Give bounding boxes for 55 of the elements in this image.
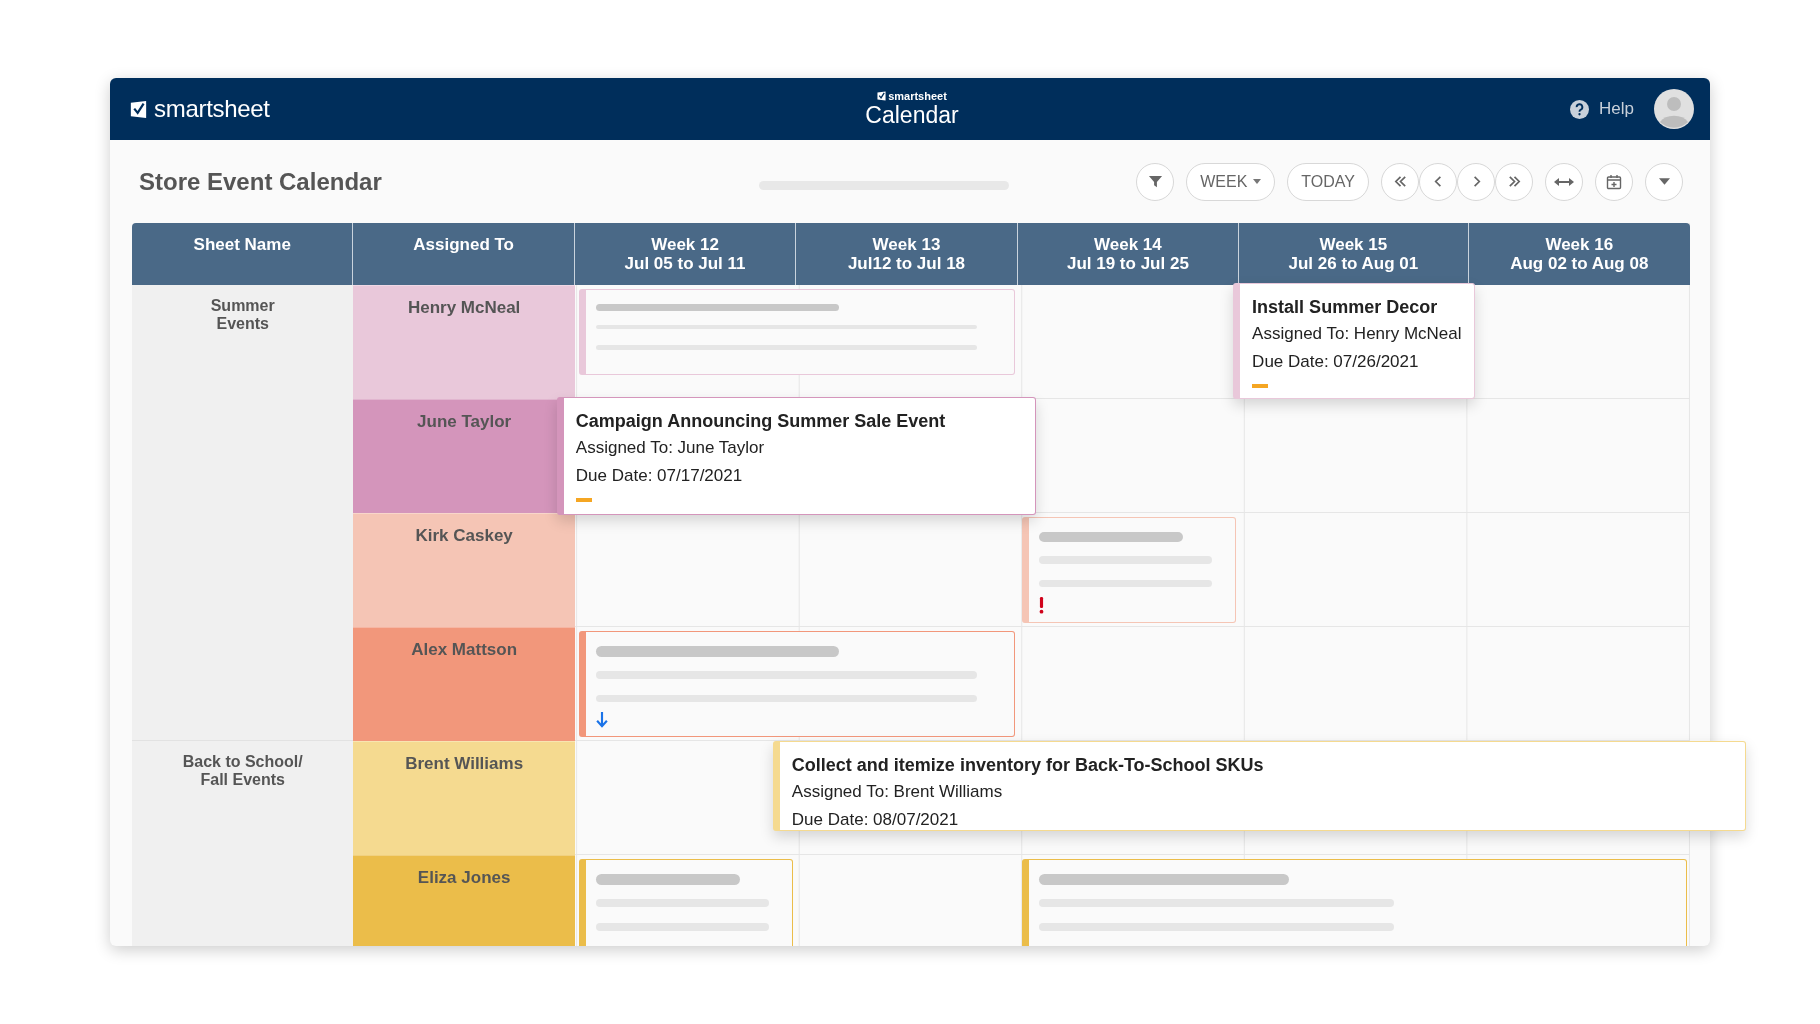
assignee-cell: Brent Williams — [353, 741, 575, 855]
assignee-cell: Henry McNeal — [353, 285, 575, 399]
fit-width-button[interactable] — [1545, 162, 1583, 201]
event-due-date: Due Date: 08/07/2021 — [791, 809, 960, 831]
placeholder-event-card[interactable] — [578, 289, 1015, 375]
view-dropdown[interactable]: WEEK — [1186, 162, 1276, 201]
assignee-cell: Kirk Caskey — [353, 513, 575, 627]
page-title: Store Event Calendar — [139, 167, 383, 196]
assignee-cell: Alex Mattson — [353, 627, 575, 741]
event-card[interactable]: Collect and itemize inventory for Back-To-School SKUs Assigned To: Brent Williams Due Date: 08/07/2021 — [772, 741, 1746, 831]
week-header: Week 16 Aug 02 to Aug 08 — [1468, 223, 1690, 285]
double-arrow-icon — [1554, 176, 1574, 187]
logo-icon — [130, 99, 147, 119]
week-header: Week 14 Jul 19 to Jul 25 — [1017, 223, 1240, 285]
placeholder-event-card[interactable] — [1021, 517, 1237, 623]
more-button[interactable] — [1645, 162, 1683, 201]
first-button[interactable] — [1381, 162, 1419, 201]
logo-icon — [877, 90, 887, 101]
help-link[interactable]: Help — [1599, 99, 1634, 119]
event-due-date: Due Date: 07/26/2021 — [1252, 351, 1420, 373]
week-header: Week 12 Jul 05 to Jul 11 — [574, 223, 797, 285]
placeholder-event-card[interactable] — [578, 859, 794, 946]
filter-icon — [1147, 174, 1163, 189]
event-assignee: Assigned To: Henry McNeal — [1252, 323, 1462, 345]
placeholder-event-card[interactable] — [578, 631, 1015, 737]
event-assignee: Assigned To: Brent Williams — [791, 781, 1004, 803]
last-button[interactable] — [1495, 162, 1533, 201]
add-event-button[interactable] — [1595, 162, 1633, 201]
brand-name: smartsheet — [154, 95, 270, 123]
week-header: Week 13 Jul12 to Jul 18 — [796, 223, 1018, 285]
event-assignee: Assigned To: June Taylor — [575, 437, 766, 459]
caret-icon — [1658, 178, 1670, 185]
event-due-date: Due Date: 07/17/2021 — [575, 465, 744, 487]
filter-button[interactable] — [1136, 162, 1175, 201]
event-card[interactable]: Campaign Announcing Summer Sale Event Assigned To: June Taylor Due Date: 07/17/2021 — [556, 397, 1036, 515]
help-icon[interactable] — [1570, 99, 1590, 119]
column-header: Sheet Name — [132, 223, 354, 285]
brand-name: smartsheet — [888, 89, 947, 102]
app-title: Calendar — [865, 101, 959, 129]
event-title: Collect and itemize inventory for Back-To-School SKUs — [791, 754, 1265, 777]
sheet-name-cell: Summer Events — [132, 285, 354, 741]
column-header: Assigned To — [353, 223, 575, 285]
caret-icon — [1253, 179, 1262, 184]
double-chevron-right-icon — [1506, 174, 1522, 189]
assignee-cell: Eliza Jones — [353, 855, 575, 946]
double-chevron-left-icon — [1392, 174, 1408, 189]
event-card[interactable]: Install Summer Decor Assigned To: Henry McNeal Due Date: 07/26/2021 — [1233, 283, 1475, 399]
today-button[interactable]: TODAY — [1287, 162, 1369, 201]
placeholder-event-card[interactable] — [1021, 859, 1687, 946]
week-header: Week 15 Jul 26 to Aug 01 — [1239, 223, 1469, 285]
calendar-plus-icon — [1606, 173, 1622, 190]
sheet-name-cell: Back to School/ Fall Events — [132, 741, 354, 946]
event-title: Install Summer Decor — [1252, 296, 1439, 319]
avatar-icon[interactable] — [1654, 89, 1694, 129]
event-title: Campaign Announcing Summer Sale Event — [575, 410, 947, 433]
